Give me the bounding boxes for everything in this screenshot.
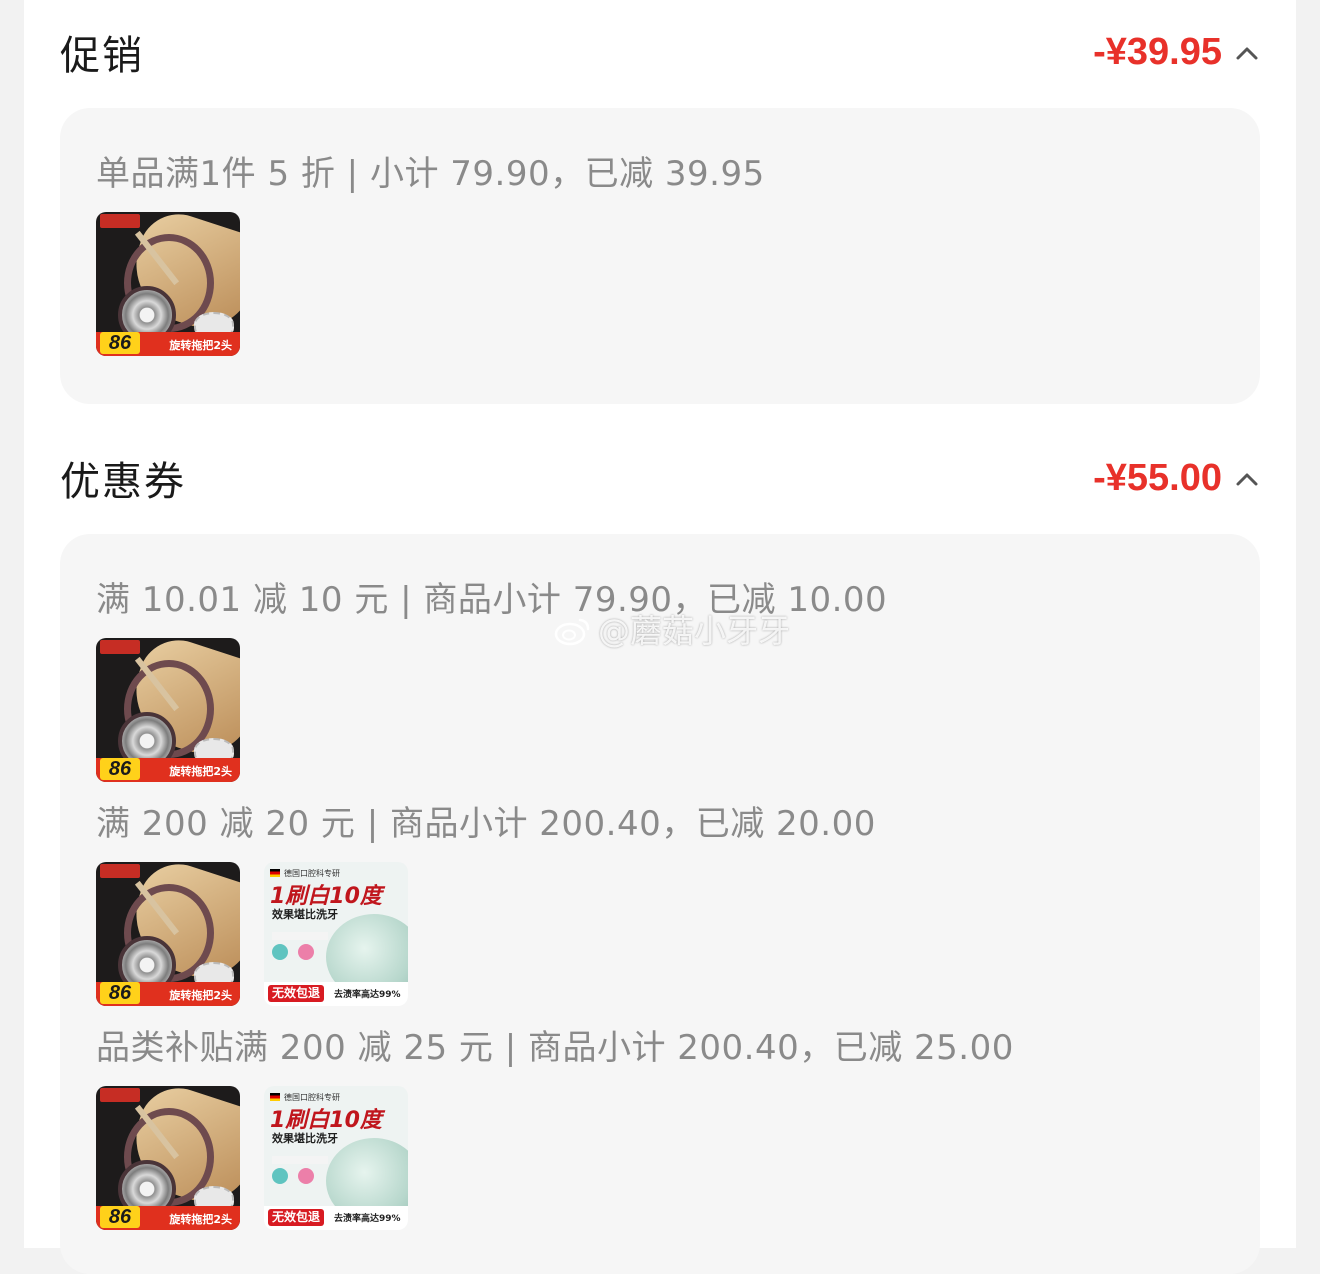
coupons-header[interactable]: 优惠券 -¥55.00	[60, 448, 1260, 508]
coupons-amount: -¥55.00	[1093, 456, 1222, 499]
product-claim: 去渍率高达99%	[334, 990, 401, 1000]
watermark-text: @蘑菇小牙牙	[598, 612, 791, 650]
product-subtitle: 效果堪比洗牙	[272, 1132, 338, 1145]
flag-icon	[270, 869, 280, 877]
product-caption: 旋转拖把2头	[169, 339, 232, 352]
product-feature-strip	[272, 1156, 328, 1164]
product-tag: 无效包退	[268, 1209, 325, 1226]
flag-icon	[270, 1093, 280, 1101]
coupons-title: 优惠券	[60, 459, 186, 505]
product-caption: 旋转拖把2头	[169, 1213, 232, 1226]
watermark: @蘑菇小牙牙	[554, 606, 790, 652]
promotion-amount-group[interactable]: -¥39.95	[1093, 31, 1260, 74]
weibo-icon	[554, 618, 590, 646]
feature-dot-icon	[298, 944, 314, 960]
promotion-amount: -¥39.95	[1093, 30, 1222, 73]
brand-logo	[100, 214, 140, 228]
chevron-up-icon[interactable]	[1234, 467, 1260, 493]
brand-logo	[100, 864, 140, 878]
coupon-rule-3: 品类补贴满 200 减 25 元 | 商品小计 200.40，已减 25.00	[96, 1028, 1014, 1068]
product-caption: 旋转拖把2头	[169, 765, 232, 778]
product-badge-number: 86	[100, 982, 140, 1004]
product-badge-number: 86	[100, 332, 140, 354]
product-feature-strip	[272, 932, 328, 940]
product-subtitle: 效果堪比洗牙	[272, 908, 338, 921]
promotion-header[interactable]: 促销 -¥39.95	[60, 22, 1260, 82]
product-thumb-mop[interactable]: 86 旋转拖把2头	[96, 1086, 240, 1230]
product-badge-number: 86	[100, 1206, 140, 1228]
chevron-up-icon[interactable]	[1234, 41, 1260, 67]
promotion-title: 促销	[60, 33, 144, 79]
product-caption: 旋转拖把2头	[169, 989, 232, 1002]
coupons-amount-group[interactable]: -¥55.00	[1093, 457, 1260, 500]
product-badge-number: 86	[100, 758, 140, 780]
product-thumb-toothpowder[interactable]: 德国口腔科专研 1刷白10度 效果堪比洗牙 无效包退 去渍率高达99%	[264, 1086, 408, 1230]
product-thumb-mop[interactable]: 86 旋转拖把2头	[96, 212, 240, 356]
feature-dot-icon	[272, 1168, 288, 1184]
discount-detail-sheet: 促销 -¥39.95 单品满1件 5 折 | 小计 79.90，已减 39.95…	[24, 0, 1296, 1274]
product-thumb-mop[interactable]: 86 旋转拖把2头	[96, 862, 240, 1006]
product-tag: 无效包退	[268, 985, 325, 1002]
product-thumb-toothpowder[interactable]: 德国口腔科专研 1刷白10度 效果堪比洗牙 无效包退 去渍率高达99%	[264, 862, 408, 1006]
product-claim: 去渍率高达99%	[334, 1214, 401, 1224]
brand-logo	[100, 640, 140, 654]
promotion-rule: 单品满1件 5 折 | 小计 79.90，已减 39.95	[96, 154, 765, 194]
coupon-rule-2: 满 200 减 20 元 | 商品小计 200.40，已减 20.00	[96, 804, 876, 844]
product-thumb-mop[interactable]: 86 旋转拖把2头	[96, 638, 240, 782]
brand-logo	[100, 1088, 140, 1102]
feature-dot-icon	[298, 1168, 314, 1184]
promotion-card: 单品满1件 5 折 | 小计 79.90，已减 39.95 86 旋转拖把2头	[60, 108, 1260, 404]
feature-dot-icon	[272, 944, 288, 960]
